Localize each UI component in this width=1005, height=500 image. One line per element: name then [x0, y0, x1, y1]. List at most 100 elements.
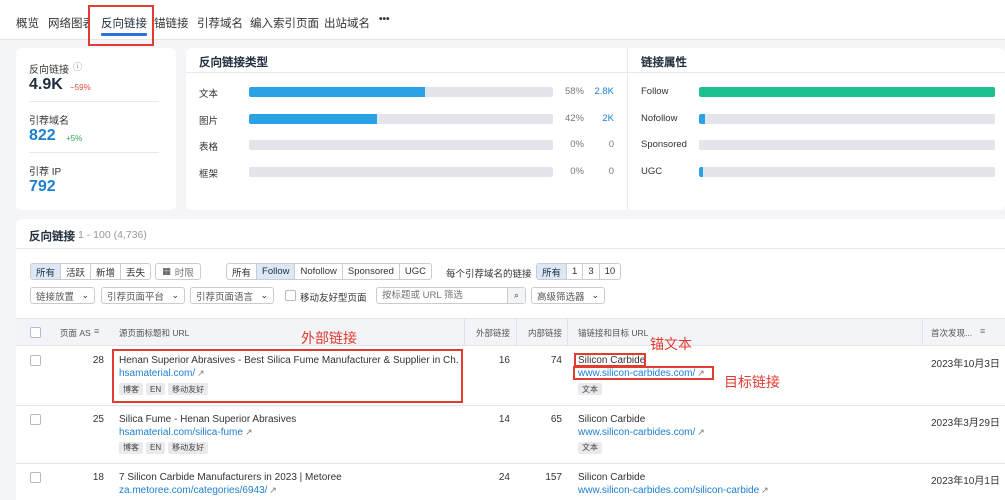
- th-internal-links[interactable]: 内部链接: [528, 327, 562, 339]
- link-type-bar-fill: [249, 87, 426, 97]
- link-type-count[interactable]: 2.8K: [594, 86, 614, 97]
- status-lost[interactable]: 丢失: [121, 264, 150, 279]
- mobile-friendly-checkbox[interactable]: [285, 290, 296, 301]
- attr-nofollow[interactable]: Nofollow: [295, 264, 343, 279]
- page-as-value: 18: [92, 472, 104, 483]
- time-range-button[interactable]: ▦ 时限: [155, 263, 201, 280]
- search-input[interactable]: [377, 288, 507, 303]
- page-as-value: 28: [92, 355, 104, 366]
- link-type-label: 文本: [199, 89, 219, 100]
- highlight-box-target: [573, 366, 714, 380]
- select-all-checkbox[interactable]: [30, 327, 41, 338]
- link-type-bar: [249, 113, 553, 124]
- link-type-count: 0: [608, 165, 614, 177]
- external-link-icon[interactable]: ↗: [697, 427, 705, 438]
- th-external-links[interactable]: 外部链接: [476, 327, 510, 339]
- first-seen-date: 2023年10月3日: [931, 359, 1000, 370]
- internal-links-count: 74: [550, 355, 562, 366]
- attr-ugc[interactable]: UGC: [400, 264, 431, 279]
- row-checkbox[interactable]: [30, 413, 41, 425]
- tab-indexed-pages[interactable]: 编入索引页面: [250, 15, 319, 31]
- external-link-icon[interactable]: ↗: [761, 485, 769, 496]
- advanced-filters-dropdown[interactable]: 高级筛选器 ⌄: [531, 287, 605, 304]
- source-title[interactable]: Silica Fume - Henan Superior Abrasives: [119, 414, 459, 425]
- target-url-link[interactable]: www.silicon-carbides.com/↗: [578, 427, 705, 438]
- row-checkbox[interactable]: [30, 472, 41, 483]
- link-attr-bar: [699, 140, 995, 150]
- ref-ips-value[interactable]: 792: [29, 178, 56, 196]
- attr-all[interactable]: 所有: [227, 264, 258, 279]
- anchor-text: Silicon Carbide: [578, 472, 646, 483]
- chevron-down-icon: ⌄: [171, 290, 179, 300]
- page-tag: 博客: [119, 441, 143, 454]
- tab-referring-domains[interactable]: 引荐域名: [197, 15, 243, 31]
- row-checkbox[interactable]: [30, 355, 41, 366]
- tab-outbound-domains[interactable]: 出站域名: [324, 15, 370, 31]
- link-attr-bar-fill: [699, 113, 705, 124]
- source-url-link[interactable]: hsamaterial.com/silica-fume ↗: [119, 427, 252, 438]
- search-icon[interactable]: ⌕: [507, 288, 525, 303]
- th-first-seen[interactable]: 首次发现...: [931, 327, 972, 339]
- per-domain-10[interactable]: 10: [600, 264, 621, 279]
- tab-anchors[interactable]: 锚链接: [154, 15, 189, 31]
- link-placement-dropdown[interactable]: 链接放置 ⌄: [30, 287, 95, 304]
- attr-filter: 所有 Follow Nofollow Sponsored UGC: [226, 263, 432, 280]
- divider: [29, 101, 159, 102]
- ref-domains-change: +5%: [66, 134, 83, 143]
- link-type-pct: 0%: [570, 139, 584, 150]
- row-divider: [16, 404, 1005, 406]
- source-url: hsamaterial.com/silica-fume: [119, 426, 243, 438]
- annotation-target-link: 目标链接: [724, 374, 780, 390]
- ref-language-dropdown[interactable]: 引荐页面语言 ⌄: [190, 287, 274, 304]
- anchor-type-tag: 文本: [578, 383, 602, 395]
- status-all[interactable]: 所有: [31, 264, 62, 279]
- sort-icon[interactable]: ≡: [980, 326, 985, 336]
- external-link-icon[interactable]: ↗: [245, 427, 253, 438]
- source-title[interactable]: 7 Silicon Carbide Manufacturers in 2023 …: [119, 472, 459, 483]
- link-type-pct: 58%: [564, 86, 584, 97]
- th-page-as[interactable]: 页面 AS: [60, 327, 91, 339]
- link-attr-bar: [699, 113, 995, 124]
- internal-links-count: 65: [550, 413, 562, 425]
- card-column-divider: [627, 48, 628, 210]
- attr-sponsored[interactable]: Sponsored: [343, 264, 400, 279]
- tab-network-graph[interactable]: 网络图表: [48, 15, 90, 31]
- status-new[interactable]: 新增: [91, 264, 122, 279]
- column-divider: [464, 318, 465, 346]
- row-divider: [16, 463, 1005, 464]
- target-url: www.silicon-carbides.com/silicon-carbide: [578, 485, 760, 496]
- sort-icon[interactable]: ≡: [94, 326, 99, 336]
- anchor-type-tag: 文本: [578, 441, 602, 454]
- column-divider: [516, 318, 517, 346]
- ref-platform-dropdown[interactable]: 引荐页面平台 ⌄: [101, 287, 185, 304]
- ref-domains-value[interactable]: 822: [29, 127, 56, 145]
- chevron-down-icon: ⌄: [591, 290, 599, 300]
- link-type-pct: 42%: [564, 112, 584, 124]
- backlinks-value: 4.9K: [29, 76, 63, 93]
- per-domain-all[interactable]: 所有: [537, 264, 568, 279]
- per-domain-3[interactable]: 3: [583, 264, 600, 279]
- source-url-link[interactable]: za.metoree.com/categories/6943/↗: [119, 485, 277, 496]
- target-url-link[interactable]: www.silicon-carbides.com/silicon-carbide…: [578, 485, 769, 496]
- backlinks-label: 反向链接: [29, 65, 69, 76]
- per-domain-1[interactable]: 1: [567, 264, 584, 279]
- chevron-down-icon: ⌄: [81, 290, 89, 300]
- more-tabs-button[interactable]: •••: [379, 14, 390, 25]
- link-type-bar: [249, 87, 553, 97]
- anchor-tags: 文本: [578, 441, 605, 454]
- chevron-down-icon: ⌄: [260, 290, 268, 300]
- source-url: za.metoree.com/categories/6943/: [119, 485, 268, 496]
- link-type-bar-fill: [249, 113, 377, 124]
- target-url: www.silicon-carbides.com/: [578, 426, 696, 438]
- info-icon[interactable]: ⓘ: [73, 60, 82, 73]
- backlinks-range: 1 - 100 (4,736): [78, 229, 147, 241]
- external-link-icon[interactable]: ↗: [269, 485, 277, 496]
- status-active[interactable]: 活跃: [61, 264, 92, 279]
- source-tags: 博客 EN 移动友好: [119, 441, 211, 454]
- tab-overview[interactable]: 概览: [16, 15, 39, 31]
- link-type-count[interactable]: 2K: [594, 113, 614, 124]
- first-seen-date: 2023年3月29日: [931, 417, 1000, 429]
- attr-follow[interactable]: Follow: [257, 264, 296, 279]
- link-type-bar: [249, 140, 553, 150]
- page-tag: 移动友好: [168, 441, 209, 454]
